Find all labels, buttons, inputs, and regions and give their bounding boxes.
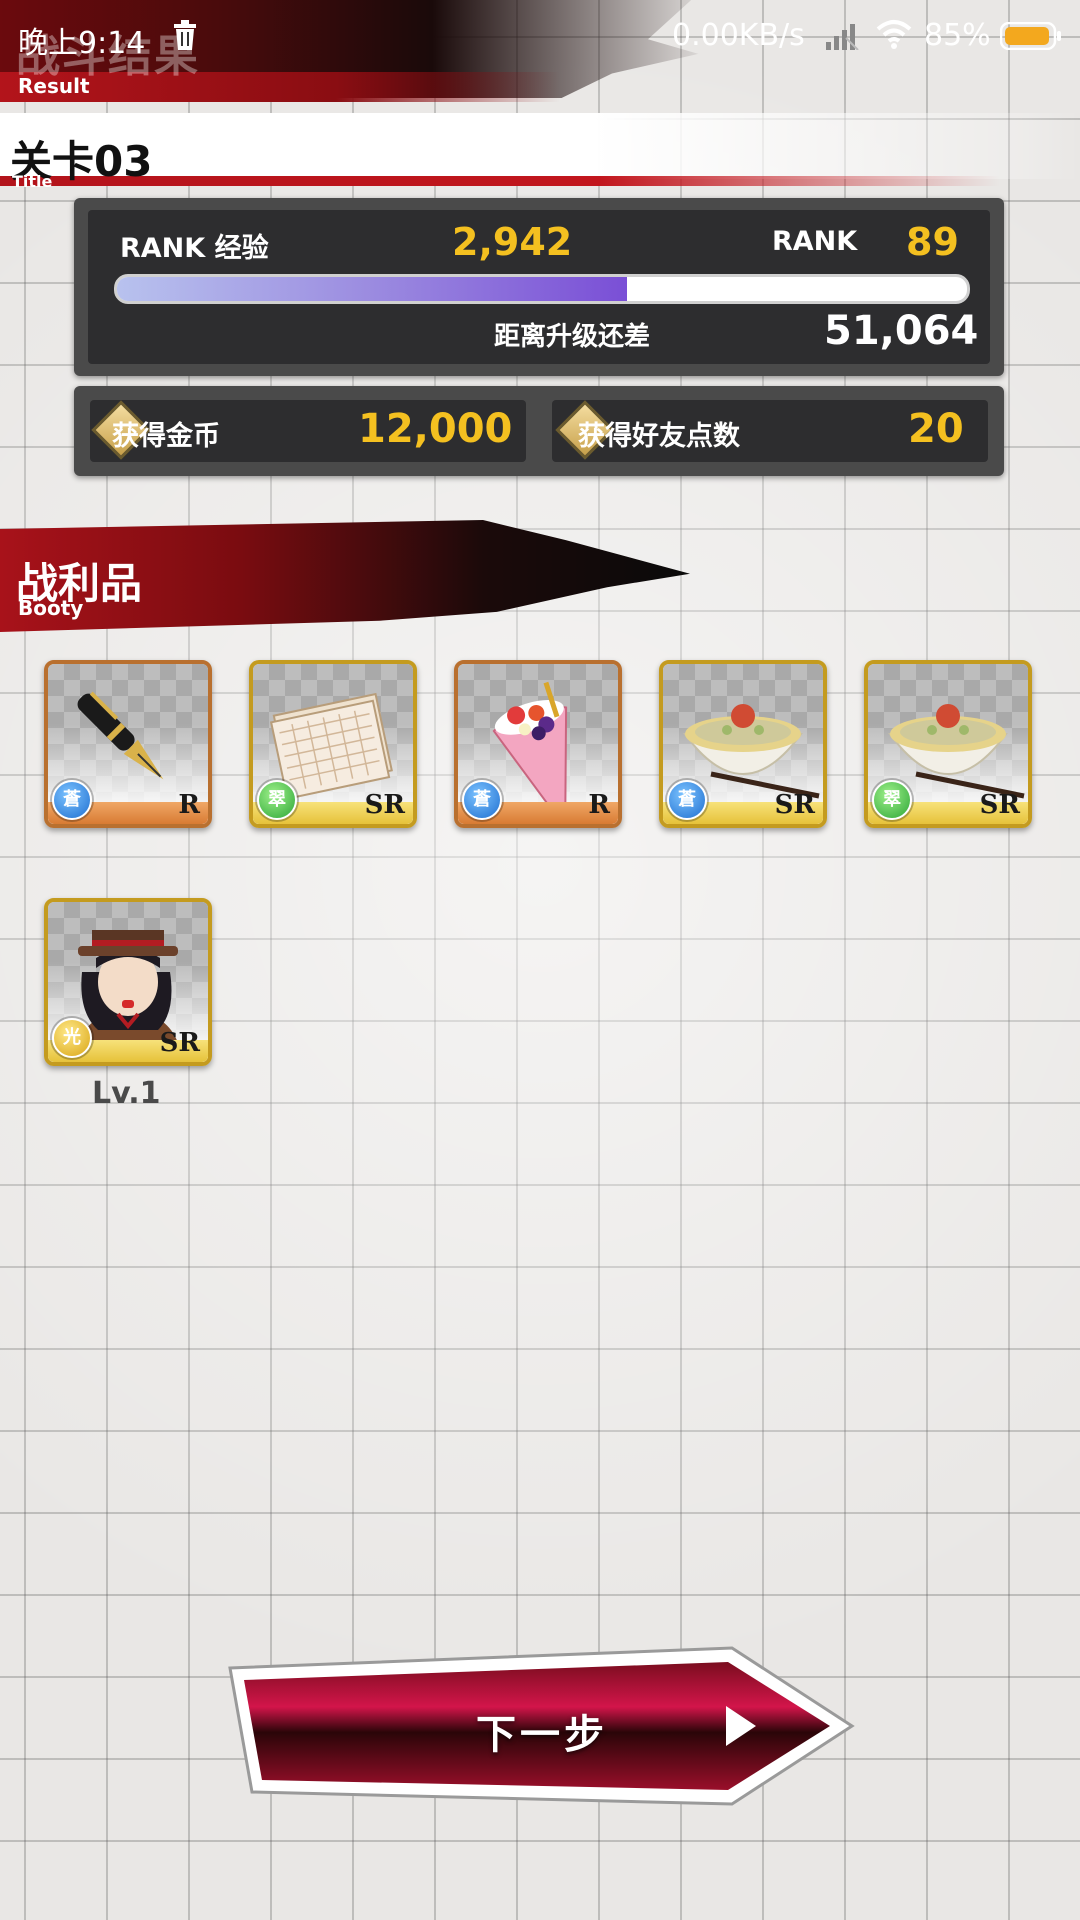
exp-progress-bar xyxy=(114,274,970,304)
booty-item-manuscript-paper[interactable]: 翠 SR xyxy=(249,660,417,828)
attribute-badge: 翠 xyxy=(872,780,912,820)
rarity-label: SR xyxy=(774,790,815,820)
rarity-label: SR xyxy=(979,790,1020,820)
battery-icon xyxy=(1000,22,1061,50)
rarity-label: SR xyxy=(159,1028,200,1058)
wifi-icon xyxy=(876,20,912,49)
stage-subtitle: Title xyxy=(12,172,53,191)
stage-title-bar xyxy=(0,113,1080,179)
rarity-label: R xyxy=(178,790,200,820)
attribute-badge: 蒼 xyxy=(52,780,92,820)
rank-exp-value: 2,942 xyxy=(452,220,573,264)
booty-subtitle: Booty xyxy=(18,596,84,620)
rank-value: 89 xyxy=(906,220,959,264)
result-subtitle: Result xyxy=(18,74,90,98)
attribute-badge: 光 xyxy=(52,1018,92,1058)
attribute-badge: 蒼 xyxy=(462,780,502,820)
trash-icon xyxy=(174,20,196,50)
booty-item-rice-bowl-2[interactable]: 翠 SR xyxy=(864,660,1032,828)
signal-icon xyxy=(826,24,859,50)
booty-item-rice-bowl[interactable]: 蒼 SR xyxy=(659,660,827,828)
battery-percent: 85% xyxy=(924,18,991,53)
booty-item-fountain-pen[interactable]: 蒼 R xyxy=(44,660,212,828)
booty-character-card[interactable]: 光 SR xyxy=(44,898,212,1066)
attribute-badge: 蒼 xyxy=(667,780,707,820)
network-speed: 0.00KB/s xyxy=(672,18,805,53)
friend-points-label: 获得好友点数 xyxy=(578,421,740,452)
rank-label: RANK xyxy=(772,226,858,257)
attribute-badge: 翠 xyxy=(257,780,297,820)
rarity-label: R xyxy=(588,790,610,820)
friend-points-value: 20 xyxy=(908,406,964,452)
remaining-exp-value: 51,064 xyxy=(824,308,979,354)
rank-exp-label: RANK 经验 xyxy=(120,233,269,264)
coins-label: 获得金币 xyxy=(112,421,220,452)
next-button-label[interactable]: 下一步 xyxy=(476,1702,608,1760)
remaining-exp-label: 距离升级还差 xyxy=(494,322,651,352)
coins-value: 12,000 xyxy=(358,406,513,452)
status-time: 晚上9:14 xyxy=(18,26,146,61)
booty-item-crepe[interactable]: 蒼 R xyxy=(454,660,622,828)
exp-progress-fill xyxy=(117,277,627,301)
character-level: Lv.1 xyxy=(92,1076,161,1111)
rarity-label: SR xyxy=(364,790,405,820)
